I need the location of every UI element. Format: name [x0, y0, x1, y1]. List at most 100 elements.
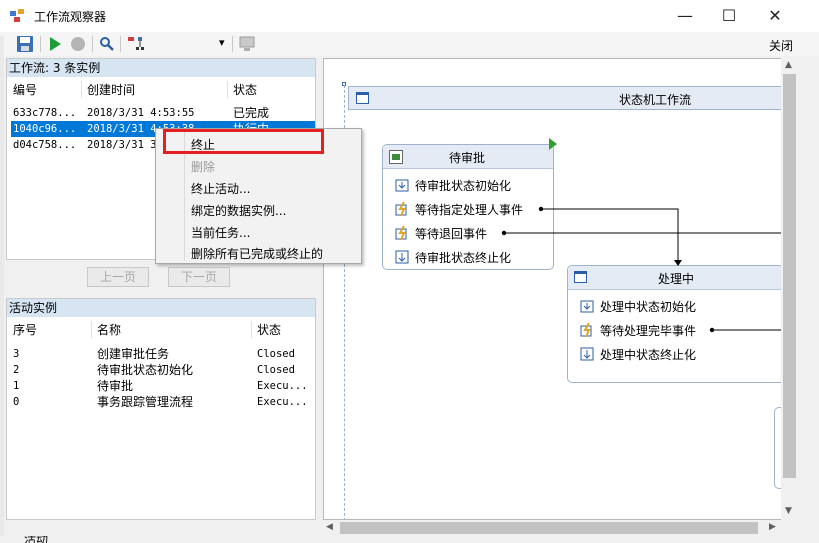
state-title: 处理中 — [658, 272, 695, 286]
activity-item[interactable]: 处理中状态终止化 — [580, 346, 696, 363]
cell-status: Closed — [257, 364, 295, 376]
list-item[interactable]: 3 创建审批任务 Closed — [13, 346, 313, 362]
horizontal-scroll-thumb[interactable] — [340, 522, 758, 534]
workflow-dropdown-icon[interactable] — [127, 35, 145, 53]
cell-name: 待审批状态初始化 — [97, 363, 194, 377]
toolbar-separator — [120, 36, 121, 52]
column-header-status[interactable]: 状态 — [257, 321, 281, 338]
collapse-icon[interactable] — [574, 271, 587, 283]
minimize-button[interactable]: — — [662, 0, 708, 32]
play-icon[interactable] — [46, 35, 64, 53]
activity-panel-header: 活动实例 — [7, 299, 315, 317]
monitor-icon[interactable] — [238, 35, 256, 53]
menu-item-current-task[interactable]: 当前任务... — [191, 224, 250, 241]
title-bar: 工作流观察器 — ☐ ✕ — [0, 0, 819, 32]
init-icon — [395, 179, 409, 192]
scroll-right-arrow[interactable]: ▶ — [769, 522, 776, 532]
cell-name: 事务跟踪管理流程 — [97, 395, 194, 409]
activity-item[interactable]: 处理中状态初始化 — [580, 298, 696, 315]
close-window-button[interactable]: ✕ — [752, 0, 798, 32]
activity-item[interactable]: 待审批状态初始化 — [395, 177, 511, 194]
cell-seq: 3 — [13, 348, 20, 360]
column-header-name[interactable]: 名称 — [97, 321, 121, 338]
menu-item-terminate-activity[interactable]: 终止活动... — [191, 180, 250, 197]
cell-id: 633c778... — [13, 107, 77, 119]
finalize-icon — [580, 347, 594, 361]
list-item[interactable]: 0 事务跟踪管理流程 Execu... — [13, 394, 313, 410]
stop-icon[interactable] — [69, 35, 87, 53]
cell-seq: 0 — [13, 396, 20, 408]
column-header-created[interactable]: 创建时间 — [87, 81, 135, 98]
workflow-title: 状态机工作流 — [619, 93, 692, 107]
close-button[interactable]: 关闭 — [769, 37, 793, 54]
activity-label: 等待处理完毕事件 — [600, 324, 697, 338]
save-icon[interactable] — [16, 35, 34, 53]
activity-item[interactable]: 等待处理完毕事件 — [580, 322, 696, 339]
pager: 上一页 下一页 — [6, 262, 316, 296]
toolbar-separator — [232, 36, 233, 52]
menu-item-delete[interactable]: 删除 — [191, 158, 215, 175]
maximize-button[interactable]: ☐ — [706, 0, 752, 32]
cell-created: 2018/3/31 3 — [87, 139, 157, 151]
list-item[interactable]: 2 待审批状态初始化 Closed — [13, 362, 313, 378]
activity-instances-panel: 活动实例 序号 名称 状态 3 创建审批任务 Closed 2 待审批状态初始化… — [6, 298, 316, 520]
scroll-up-arrow[interactable]: ▲ — [785, 60, 792, 70]
vertical-scroll-thumb[interactable] — [783, 74, 796, 478]
column-separator — [227, 81, 228, 98]
state-title: 待审批 — [449, 151, 486, 165]
column-separator — [91, 321, 92, 338]
workflow-panel-header: 工作流: 3 条实例 — [7, 59, 315, 77]
scroll-left-arrow[interactable]: ◀ — [326, 522, 333, 532]
next-page-button[interactable]: 下一页 — [168, 267, 230, 287]
bottom-tab-activity[interactable]: 活动 — [24, 536, 48, 543]
cell-status: Execu... — [257, 380, 308, 392]
event-icon — [395, 202, 407, 216]
cell-status: Execu... — [257, 396, 308, 408]
toolbar-separator — [40, 36, 41, 52]
window-title: 工作流观察器 — [34, 10, 107, 24]
scroll-down-arrow[interactable]: ▼ — [785, 506, 792, 516]
state-icon — [389, 150, 403, 164]
activity-label: 处理中状态终止化 — [600, 348, 697, 362]
activity-label: 处理中状态初始化 — [600, 300, 697, 314]
column-header-id[interactable]: 编号 — [13, 81, 37, 98]
cell-created: 2018/3/31 4:53:55 — [87, 107, 195, 119]
state-header: 待审批 — [383, 145, 553, 169]
column-header-status[interactable]: 状态 — [233, 81, 257, 98]
column-header-seq[interactable]: 序号 — [13, 321, 37, 338]
prev-page-button[interactable]: 上一页 — [87, 267, 149, 287]
activity-label: 待审批状态初始化 — [415, 179, 512, 193]
bottom-tab-strip: 活动 — [0, 536, 60, 543]
cell-id: d04c758... — [13, 139, 77, 151]
activity-label: 等待退回事件 — [415, 227, 488, 241]
highlight-box — [163, 129, 324, 154]
toolbar-separator — [92, 36, 93, 52]
activity-item[interactable]: 等待指定处理人事件 — [395, 201, 523, 218]
column-separator — [251, 321, 252, 338]
zoom-icon[interactable] — [98, 35, 116, 53]
state-processing[interactable]: 处理中 处理中状态初始化 等待处理完毕事件 处理中状态终止化 — [567, 265, 797, 383]
dropdown-arrow[interactable]: ▾ — [219, 36, 225, 49]
cell-status: Closed — [257, 348, 295, 360]
state-pending-approval[interactable]: 待审批 待审批状态初始化 等待指定处理人事件 等待退回事件 待审批状态终止化 — [382, 144, 554, 270]
state-machine-frame-header: 状态机工作流 — [348, 86, 788, 110]
app-icon — [10, 9, 24, 22]
cell-status: 已完成 — [233, 106, 270, 120]
column-separator — [81, 81, 82, 98]
menu-item-delete-finished[interactable]: 删除所有已完成或终止的 — [191, 245, 323, 262]
collapse-icon[interactable] — [356, 92, 369, 104]
cell-name: 创建审批任务 — [97, 347, 170, 361]
cell-seq: 1 — [13, 380, 20, 392]
state-header: 处理中 — [568, 266, 797, 290]
activity-item[interactable]: 等待退回事件 — [395, 225, 487, 242]
cell-name: 待审批 — [97, 379, 134, 393]
activity-label: 等待指定处理人事件 — [415, 203, 524, 217]
menu-item-bound-data[interactable]: 绑定的数据实例... — [191, 202, 286, 219]
background-window-edge — [0, 36, 4, 536]
list-item[interactable]: 1 待审批 Execu... — [13, 378, 313, 394]
cell-seq: 2 — [13, 364, 20, 376]
table-row[interactable]: 633c778... 2018/3/31 4:53:55 已完成 — [11, 105, 315, 121]
cell-id: 1040c96... — [13, 123, 77, 135]
activity-label: 待审批状态终止化 — [415, 251, 512, 265]
activity-item[interactable]: 待审批状态终止化 — [395, 249, 511, 266]
